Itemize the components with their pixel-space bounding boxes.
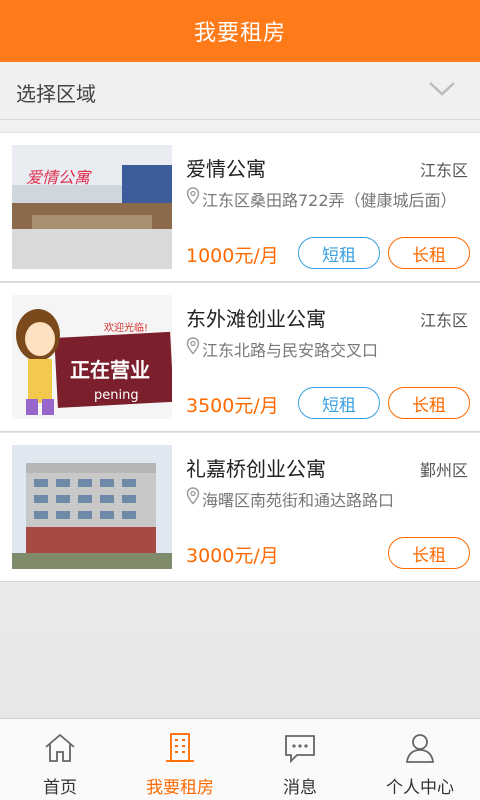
listing-card[interactable]: 礼嘉桥创业公寓 鄞州区 海曙区南苑街和通达路路口 3000元/月 长租 bbox=[0, 432, 480, 582]
short-rent-button[interactable]: 短租 bbox=[298, 387, 380, 419]
page-title: 我要租房 bbox=[193, 21, 286, 46]
region-selector[interactable]: 选择区域 bbox=[0, 62, 480, 120]
tab-label: 首页 bbox=[43, 778, 77, 798]
listing-photo bbox=[12, 445, 172, 569]
tab-profile[interactable]: 个人中心 bbox=[360, 719, 480, 800]
long-rent-button[interactable]: 长租 bbox=[388, 237, 470, 269]
listing-name: 爱情公寓 bbox=[186, 157, 266, 181]
svg-text:欢迎光临!: 欢迎光临! bbox=[104, 321, 148, 334]
listing-photo: 欢迎光临! 正在营业 pening bbox=[12, 295, 172, 419]
listing-price: 3000元/月 bbox=[186, 545, 279, 567]
tab-rent[interactable]: 我要租房 bbox=[120, 719, 240, 800]
chevron-down-icon[interactable] bbox=[428, 80, 456, 98]
listing-name: 东外滩创业公寓 bbox=[186, 307, 326, 331]
long-rent-button[interactable]: 长租 bbox=[388, 387, 470, 419]
tab-label: 消息 bbox=[283, 778, 317, 798]
location-pin-icon bbox=[186, 187, 200, 205]
listing-district: 江东区 bbox=[419, 311, 468, 330]
tab-label: 我要租房 bbox=[146, 778, 214, 798]
listing-card[interactable]: 欢迎光临! 正在营业 pening 东外滩创业公寓 江东区 江东北路与民安路交叉… bbox=[0, 282, 480, 432]
tab-home[interactable]: 首页 bbox=[0, 719, 120, 800]
listing-address: 江东北路与民安路交叉口 bbox=[202, 341, 379, 360]
short-rent-button[interactable]: 短租 bbox=[298, 237, 380, 269]
svg-text:爱情公寓: 爱情公寓 bbox=[26, 168, 92, 187]
listing-district: 江东区 bbox=[419, 161, 468, 180]
tab-messages[interactable]: 消息 bbox=[240, 719, 360, 800]
location-pin-icon bbox=[186, 337, 200, 355]
listing-price: 1000元/月 bbox=[186, 245, 279, 267]
app-header: 我要租房 bbox=[0, 0, 480, 62]
tab-label: 个人中心 bbox=[386, 778, 454, 798]
svg-text:pening: pening bbox=[94, 388, 139, 403]
location-pin-icon bbox=[186, 487, 200, 505]
region-label: 选择区域 bbox=[16, 82, 96, 106]
listing-photo: 爱情公寓 bbox=[12, 145, 172, 269]
listing-price: 3500元/月 bbox=[186, 395, 279, 417]
person-icon bbox=[405, 734, 435, 763]
svg-text:正在营业: 正在营业 bbox=[70, 358, 150, 382]
listing-address: 海曙区南苑街和通达路路口 bbox=[202, 491, 395, 510]
long-rent-button[interactable]: 长租 bbox=[388, 537, 470, 569]
listing-district: 鄞州区 bbox=[419, 461, 468, 480]
home-icon bbox=[45, 733, 75, 762]
listing-name: 礼嘉桥创业公寓 bbox=[186, 457, 326, 481]
listing-card[interactable]: 爱情公寓 爱情公寓 江东区 江东区桑田路722弄（健康城后面） 1000元/月 … bbox=[0, 132, 480, 282]
message-icon bbox=[285, 735, 315, 764]
bottom-tab-bar: 首页 我要租房 消息 个人中心 bbox=[0, 718, 480, 800]
listing-address: 江东区桑田路722弄（健康城后面） bbox=[202, 191, 457, 210]
building-icon bbox=[166, 733, 194, 762]
